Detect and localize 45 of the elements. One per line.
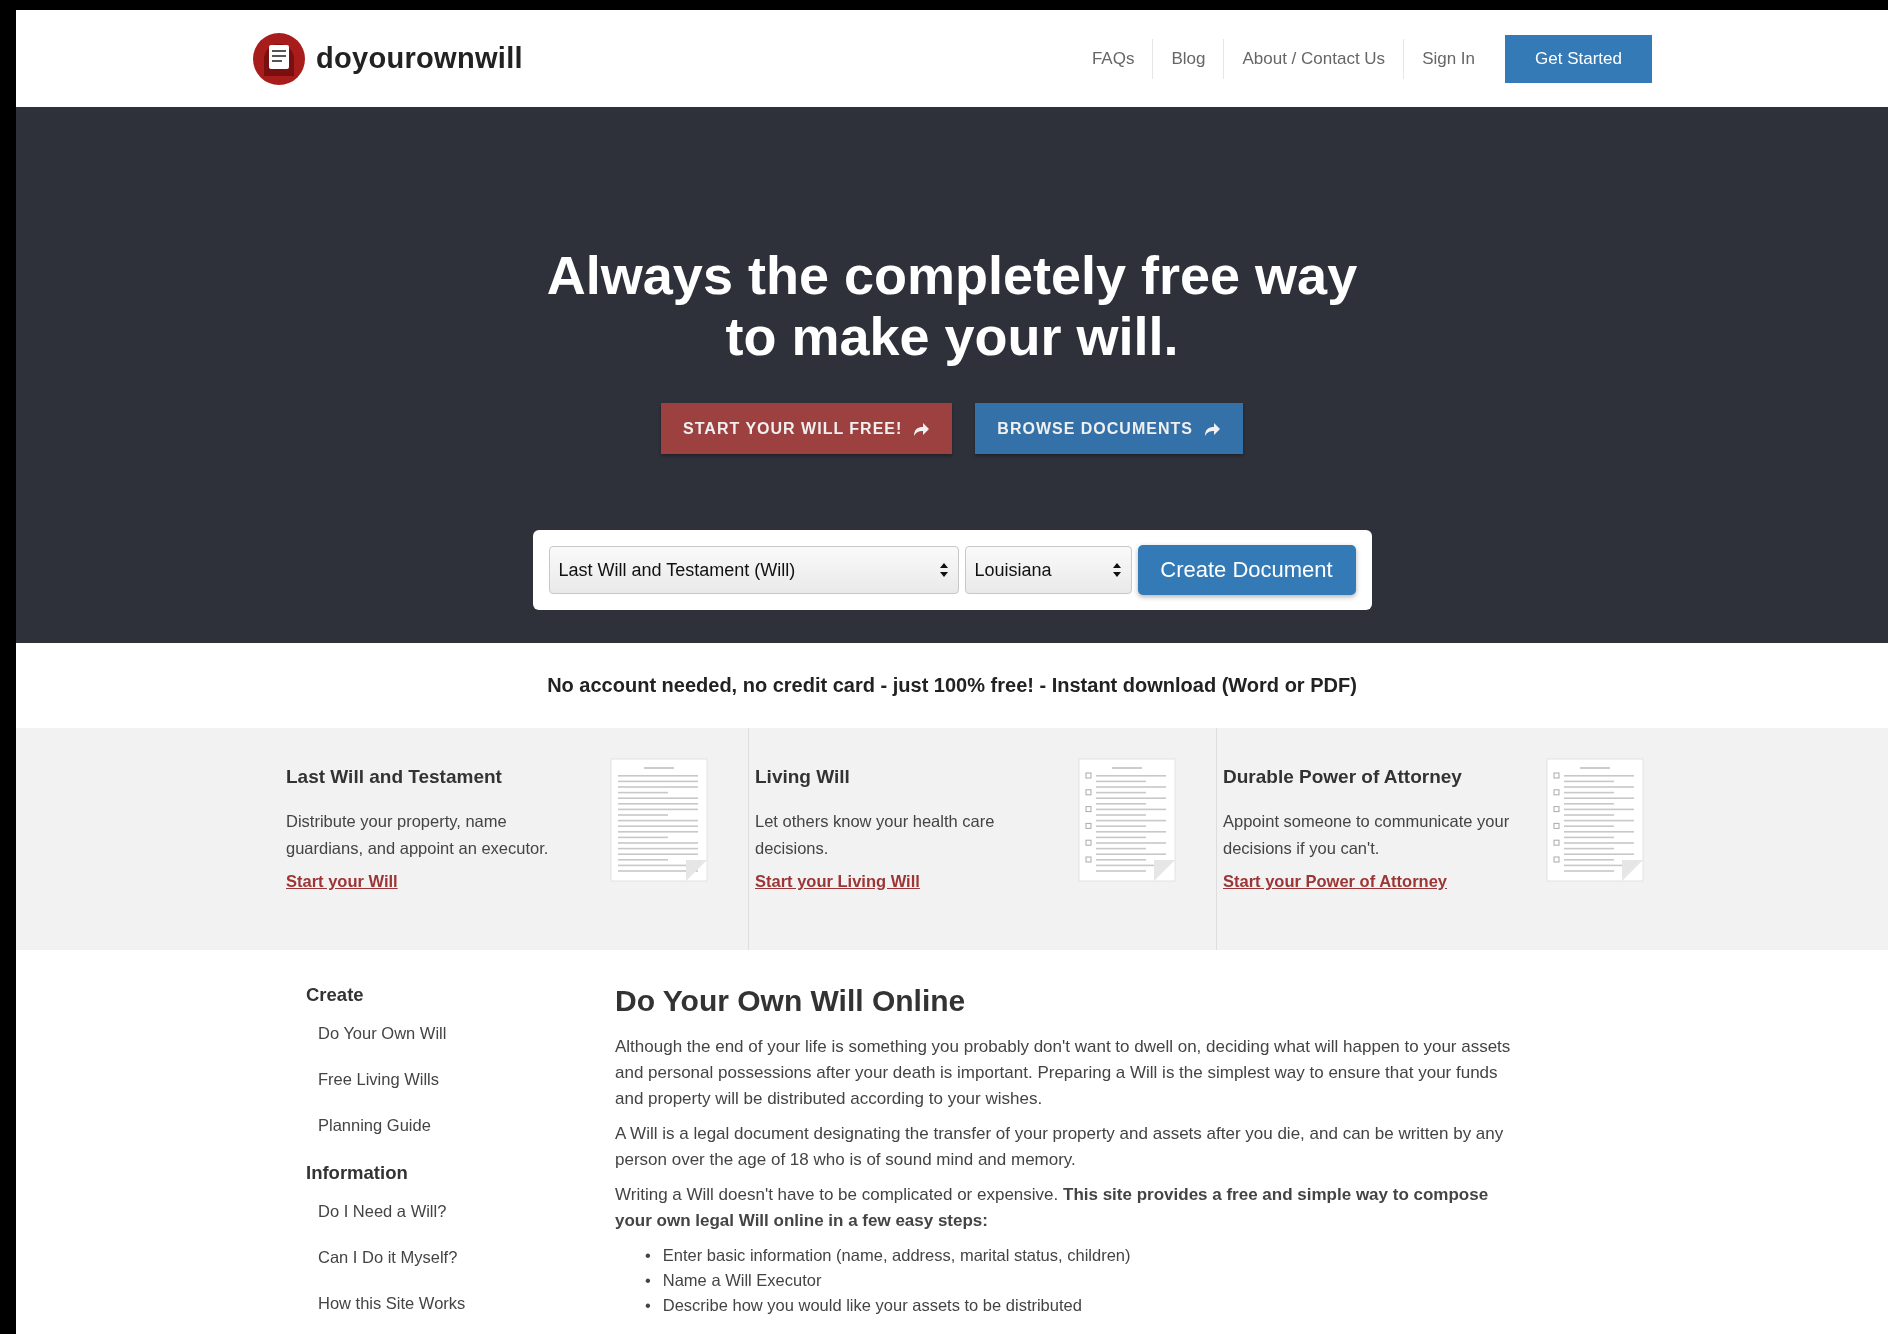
hero-headline: Always the completely free way to make your will. [545, 245, 1359, 367]
card-title: Last Will and Testament [286, 766, 503, 788]
list-item: Name a Will Executor [662, 1270, 822, 1291]
start-link[interactable]: Start your Will [286, 872, 398, 890]
sidebar-heading: Information [306, 1162, 409, 1184]
bullet-marker: • [645, 1295, 651, 1316]
dropdown-arrows-icon [938, 561, 949, 579]
start-link[interactable]: Start your Living Will [755, 872, 920, 890]
arrow-icon [1202, 420, 1221, 437]
card-title: Living Will [755, 766, 851, 788]
bullet-marker: • [645, 1245, 651, 1266]
card-description: Distribute your property, name guardians, and appoint an executor. [286, 811, 550, 859]
nav-link[interactable]: About / Contact Us [1223, 38, 1404, 79]
logo-icon[interactable] [252, 31, 306, 86]
paragraph: Writing a Will doesn't have to be complicated or expensive. This site provides a free and simple way to compose your own legal Will online in a few easy steps: [615, 1184, 1490, 1232]
sidebar-link[interactable]: Free Living Wills [318, 1070, 615, 1089]
sidebar-link[interactable]: Can I Do it Myself? [318, 1248, 615, 1267]
arrow-icon [912, 420, 931, 437]
sidebar-link[interactable]: How this Site Works [318, 1294, 615, 1313]
bullet-marker: • [645, 1270, 651, 1291]
nav-link[interactable]: Sign In [1403, 38, 1494, 79]
document-select[interactable]: Last Will and Testament (Will) [548, 546, 959, 594]
list-item: Enter basic information (name, address, marital status, children) [662, 1245, 1131, 1266]
sidebar-link[interactable]: Do I Need a Will? [318, 1202, 615, 1221]
logo-text[interactable]: doyourownwill [316, 42, 523, 75]
start-will-button[interactable]: START YOUR WILL FREE! [661, 403, 953, 454]
create-document-button[interactable]: Create Document [1137, 545, 1356, 595]
nav-link[interactable]: FAQs [1073, 38, 1153, 79]
sidebar-link[interactable]: Do Your Own Will [318, 1024, 615, 1043]
start-link[interactable]: Start your Power of Attorney [1223, 872, 1447, 890]
card-description: Let others know your health care decisions. [755, 811, 996, 859]
list-item: Describe how you would like your assets to be distributed [662, 1295, 1082, 1316]
tagline-text: No account needed, no credit card - just 100% free! - Instant download (Word or PDF) [547, 674, 1357, 697]
sidebar-link[interactable]: Planning Guide [318, 1116, 615, 1135]
nav-link[interactable]: Blog [1152, 38, 1224, 79]
paragraph: Although the end of your life is something you probably don't want to dwell on, deciding what will happen to your assets and personal possessions after your death is important. Preparing a Will is the simplest way to ensure that your funds and property will be distributed according to your wishes. [615, 1036, 1512, 1110]
paragraph: A Will is a legal document designating the transfer of your property and assets after you die, and can be written by any person over the age of 18 who is of sound mind and memory. [615, 1123, 1505, 1171]
sidebar-heading: Create [306, 984, 365, 1006]
get-started-button[interactable]: Get Started [1505, 34, 1652, 83]
dropdown-arrows-icon [1111, 561, 1122, 579]
card-title: Durable Power of Attorney [1223, 766, 1463, 788]
article-title: Do Your Own Will Online [615, 984, 967, 1018]
card-description: Appoint someone to communicate your decisions if you can't. [1223, 811, 1511, 859]
state-select[interactable]: Louisiana [964, 546, 1132, 594]
browse-documents-button[interactable]: BROWSE DOCUMENTS [975, 403, 1243, 454]
